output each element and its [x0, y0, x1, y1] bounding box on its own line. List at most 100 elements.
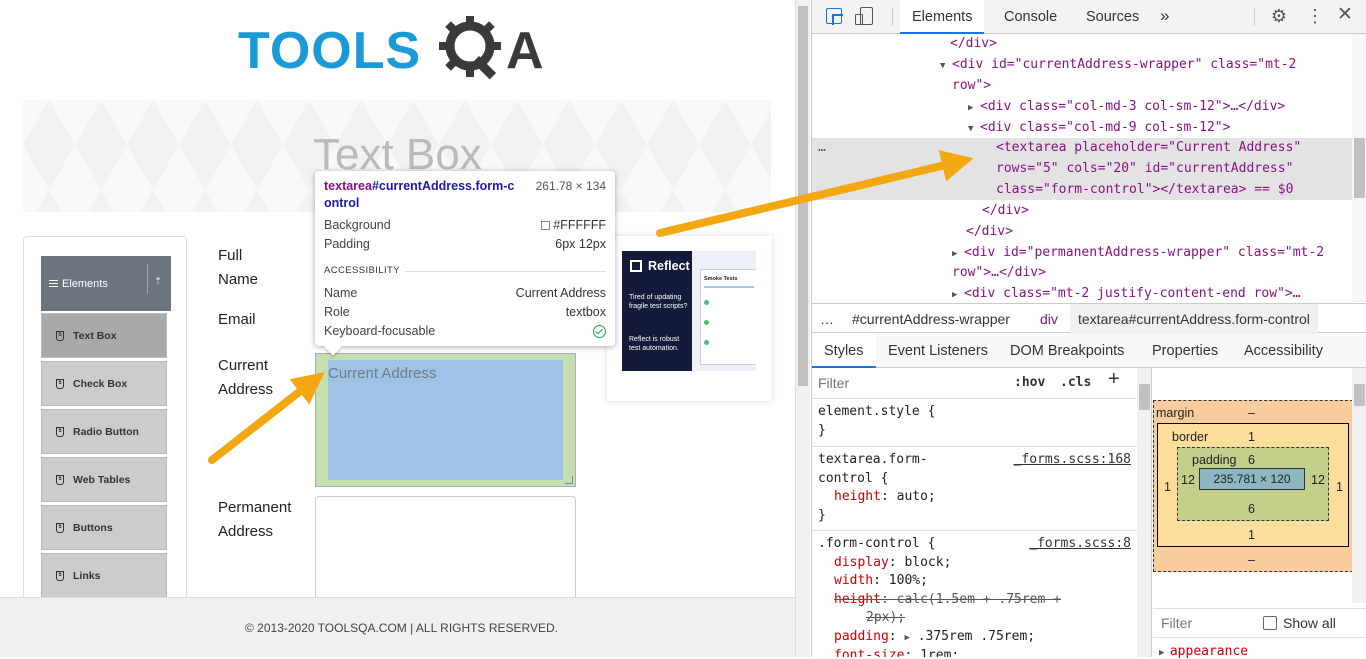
status-dot-icon [704, 320, 709, 325]
rule-selector[interactable]: control { [812, 470, 1137, 489]
tab-sources[interactable]: Sources [1074, 0, 1151, 34]
tab-console[interactable]: Console [992, 0, 1069, 34]
collapsed-triangle-icon: ▶ [952, 290, 958, 300]
scrollbar-thumb[interactable] [798, 6, 808, 386]
padding-top-value: 6 [1248, 453, 1255, 467]
style-rule-element: element.style { } [812, 399, 1137, 447]
sidebar-item-text-box[interactable]: 5 Text Box [41, 313, 167, 358]
computed-filter-input[interactable]: Filter [1161, 615, 1192, 631]
ad-window: Smoke Tests [700, 269, 756, 365]
style-declaration-overridden[interactable]: height: calc(1.5em + .75rem + [812, 591, 1137, 610]
source-link[interactable]: _forms.scss:168 [1014, 451, 1131, 470]
dom-node[interactable]: </div> [812, 222, 1352, 243]
tab-dom-breakpoints[interactable]: DOM Breakpoints [998, 334, 1136, 368]
show-all-label: Show all [1283, 615, 1336, 631]
divider [892, 8, 893, 26]
style-declaration[interactable]: display: block; [812, 554, 1137, 573]
dom-node[interactable]: ▼ <div class="col-md-9 col-sm-12"> [812, 118, 1352, 140]
box-model-scrollbar[interactable] [1352, 368, 1366, 603]
scrollbar-thumb[interactable] [1354, 138, 1365, 198]
ad-card-title: Smoke Tests [704, 276, 738, 282]
box-model-content[interactable]: 235.781 × 120 [1199, 468, 1305, 490]
kebab-menu-icon[interactable]: ⋮ [1306, 7, 1324, 25]
ad-line [704, 286, 754, 288]
resize-handle[interactable] [565, 476, 573, 484]
sidebar-tabs: Styles Event Listeners DOM Breakpoints P… [812, 334, 1366, 368]
dom-tree: </div> ▼ <div id="currentAddress-wrapper"… [812, 34, 1352, 302]
inspect-element-icon[interactable] [826, 8, 843, 25]
tab-elements[interactable]: Elements [900, 0, 985, 34]
tab-event-listeners[interactable]: Event Listeners [876, 334, 1000, 368]
device-toolbar-icon[interactable] [855, 7, 873, 25]
more-tabs-icon[interactable]: » [1160, 0, 1169, 34]
breadcrumb-item-current[interactable]: textarea#currentAddress.form-control [1070, 304, 1318, 334]
sidebar-item-check-box[interactable]: 5 Check Box [41, 361, 167, 406]
sidebar-item-label: Web Tables [73, 473, 131, 486]
sidebar-item-buttons[interactable]: 5 Buttons [41, 505, 167, 550]
tooltip-background-row: Background #FFFFFF [324, 218, 606, 232]
current-address-textarea[interactable]: Current Address [315, 353, 576, 487]
group-label: Elements [62, 277, 108, 290]
toolsqa-logo[interactable]: TOOLS A [238, 16, 568, 86]
breadcrumb-item[interactable]: div [1040, 304, 1058, 334]
style-declaration[interactable]: width: 100%; [812, 572, 1137, 591]
dom-node[interactable]: ▼ <div id="currentAddress-wrapper" class=… [812, 55, 1352, 77]
dom-scrollbar[interactable] [1352, 34, 1366, 302]
html5-icon: 5 [56, 474, 64, 485]
gear-icon[interactable]: ⚙ [1270, 7, 1288, 25]
new-rule-button[interactable]: + [1108, 369, 1120, 388]
devtools-panel: Elements Console Sources » ⚙ ⋮ ✕ </div> … [811, 0, 1366, 659]
hov-toggle[interactable]: :hov [1014, 374, 1045, 393]
cls-toggle[interactable]: .cls [1060, 374, 1091, 393]
source-link[interactable]: _forms.scss:8 [1029, 535, 1131, 554]
show-all-checkbox[interactable]: Show all [1263, 615, 1336, 631]
style-declaration[interactable]: padding: ▶ .375rem .75rem; [812, 628, 1137, 648]
styles-scrollbar[interactable] [1137, 368, 1151, 657]
html5-icon: 5 [56, 570, 64, 581]
dom-node[interactable]: ▶ <div class="mt-2 justify-content-end ro… [812, 284, 1352, 302]
status-dot-icon [704, 340, 709, 345]
dom-node[interactable]: row">…</div> [812, 263, 1352, 284]
tooltip-accessibility-heading: ACCESSIBILITY [324, 265, 400, 276]
tab-styles[interactable]: Styles [812, 334, 876, 368]
border-left-value: 1 [1164, 480, 1171, 494]
breadcrumb-item[interactable]: … [820, 304, 834, 334]
scrollbar-thumb[interactable] [1354, 384, 1365, 406]
dom-ellipsis-icon[interactable]: … [818, 138, 826, 159]
dom-node[interactable]: </div> [812, 201, 1352, 222]
dom-node[interactable]: ▶ <div id="permanentAddress-wrapper" clas… [812, 243, 1352, 265]
box-model-border[interactable]: border 1 1 1 1 padding 6 12 12 6 235.781… [1157, 423, 1349, 547]
box-model-margin[interactable]: margin – – border 1 1 1 1 padding 6 12 1… [1153, 400, 1353, 572]
border-top-value: 1 [1248, 430, 1255, 444]
sidebar-item-web-tables[interactable]: 5 Web Tables [41, 457, 167, 502]
computed-filter-row: Filter Show all [1153, 608, 1366, 638]
styles-pane: :hov .cls + element.style { } _forms.scs… [812, 368, 1152, 657]
box-model-padding[interactable]: padding 6 12 12 6 235.781 × 120 [1177, 447, 1329, 521]
dom-node[interactable]: ▶ <div class="col-md-3 col-sm-12">…</div> [812, 97, 1352, 119]
dom-node[interactable]: row"> [812, 76, 1352, 97]
dom-node-selected[interactable]: … <textarea placeholder="Current Address… [812, 138, 1352, 200]
advertisement[interactable]: Reflect Tired of updating fragile test s… [607, 236, 772, 401]
styles-filter-input[interactable] [818, 372, 1000, 394]
close-icon[interactable]: ✕ [1336, 5, 1354, 24]
dom-node[interactable]: </div> [812, 34, 1352, 55]
elements-group-header[interactable]: Elements ⇡ [41, 256, 171, 311]
page-scrollbar[interactable] [795, 0, 810, 657]
collapse-icon[interactable]: ⇡ [153, 276, 163, 286]
sidebar-item-links[interactable]: 5 Links [41, 553, 167, 598]
tooltip-name-row: Name Current Address [324, 286, 606, 300]
ad-text: Reflect is robust test automation. [629, 336, 680, 352]
tab-properties[interactable]: Properties [1140, 334, 1230, 368]
tab-accessibility[interactable]: Accessibility [1232, 334, 1335, 368]
page-footer: © 2013-2020 TOOLSQA.COM | ALL RIGHTS RES… [0, 597, 795, 657]
html5-icon: 5 [56, 522, 64, 533]
rule-selector[interactable]: element.style { [812, 403, 1137, 422]
style-declaration[interactable]: height: auto; [812, 488, 1137, 507]
style-declaration[interactable]: font-size: 1rem; [812, 647, 1137, 657]
ad-brand: Reflect [630, 259, 690, 273]
breadcrumb-item[interactable]: #currentAddress-wrapper [852, 304, 1010, 334]
scrollbar-thumb[interactable] [1139, 384, 1150, 410]
checkbox-icon[interactable] [1263, 616, 1277, 630]
sidebar-item-radio-button[interactable]: 5 Radio Button [41, 409, 167, 454]
padding-bottom-value: 6 [1248, 502, 1255, 516]
